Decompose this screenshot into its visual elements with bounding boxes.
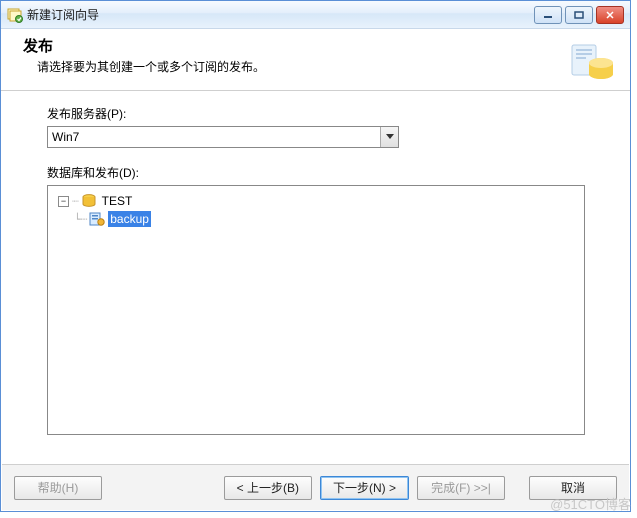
window-buttons bbox=[534, 6, 624, 24]
help-button[interactable]: 帮助(H) bbox=[14, 476, 102, 500]
page-title: 发布 bbox=[23, 35, 558, 56]
wizard-body: 发布服务器(P): Win7 数据库和发布(D): − ┈ TEST bbox=[1, 91, 630, 435]
page-header: 发布 请选择要为其创建一个或多个订阅的发布。 bbox=[1, 29, 630, 91]
back-button[interactable]: < 上一步(B) bbox=[224, 476, 312, 500]
window-title: 新建订阅向导 bbox=[27, 6, 534, 23]
publication-server-value: Win7 bbox=[52, 130, 79, 144]
next-button[interactable]: 下一步(N) > bbox=[320, 476, 409, 500]
wizard-window: 新建订阅向导 发布 请选择要为其创建一个或多个订阅的发布。 bbox=[0, 0, 631, 512]
publication-tree[interactable]: − ┈ TEST └┈ bbox=[47, 185, 585, 435]
tree-connector: └┈ bbox=[74, 213, 87, 226]
app-icon bbox=[7, 7, 23, 23]
finish-button[interactable]: 完成(F) >>| bbox=[417, 476, 505, 500]
cancel-button[interactable]: 取消 bbox=[529, 476, 617, 500]
maximize-button[interactable] bbox=[565, 6, 593, 24]
publication-server-dropdown[interactable]: Win7 bbox=[47, 126, 399, 148]
header-wizard-icon bbox=[568, 39, 616, 87]
tree-node-label: backup bbox=[108, 211, 151, 227]
page-subtitle: 请选择要为其创建一个或多个订阅的发布。 bbox=[37, 58, 558, 75]
chevron-down-icon bbox=[380, 127, 398, 147]
db-label: 数据库和发布(D): bbox=[47, 164, 590, 181]
publication-icon bbox=[89, 211, 105, 227]
close-button[interactable] bbox=[596, 6, 624, 24]
tree-connector: ┈ bbox=[72, 195, 79, 208]
tree-node-label: TEST bbox=[100, 193, 135, 209]
titlebar: 新建订阅向导 bbox=[1, 1, 630, 29]
database-icon bbox=[81, 193, 97, 209]
minimize-button[interactable] bbox=[534, 6, 562, 24]
collapse-icon[interactable]: − bbox=[58, 196, 69, 207]
server-label: 发布服务器(P): bbox=[47, 105, 590, 122]
wizard-footer: 帮助(H) < 上一步(B) 下一步(N) > 完成(F) >>| 取消 bbox=[2, 464, 629, 510]
tree-node-database[interactable]: − ┈ TEST bbox=[52, 192, 580, 210]
tree-node-publication[interactable]: └┈ backup bbox=[52, 210, 580, 228]
